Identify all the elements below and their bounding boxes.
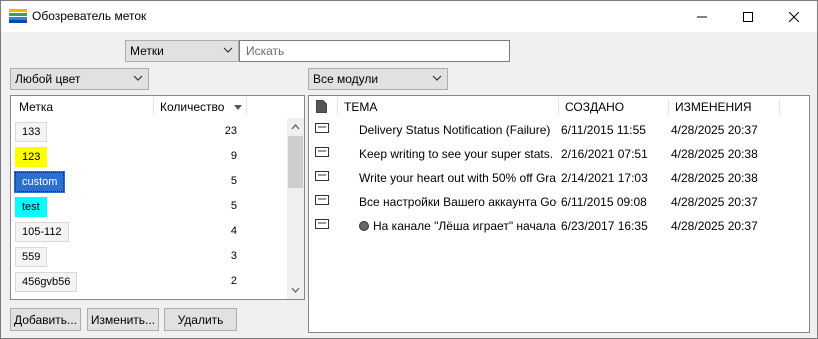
close-icon [789, 11, 799, 22]
message-subject: Keep writing to see your super stats. [359, 147, 557, 161]
label-count: 5 [230, 175, 237, 187]
maximize-button[interactable] [725, 1, 771, 32]
message-row[interactable]: Delivery Status Notification (Failure) 6/… [309, 118, 809, 142]
label-row[interactable]: 456gvb56 2 [15, 271, 289, 293]
search-scope-dropdown[interactable]: Метки [125, 40, 239, 62]
message-subject: Write your heart out with 50% off Gra [359, 171, 557, 185]
envelope-icon [315, 123, 329, 133]
envelope-icon [315, 171, 329, 181]
label-count: 4 [230, 225, 237, 237]
label-tag: 123 [15, 147, 48, 167]
message-subject-text: Delivery Status Notification (Failure) [359, 123, 551, 137]
label-tag: 105-112 [15, 222, 69, 242]
sort-descending-icon [233, 105, 242, 110]
column-header-count[interactable]: Количество [154, 96, 246, 118]
label-count: 5 [230, 200, 237, 212]
message-created: 2/14/2021 17:03 [561, 171, 648, 185]
chevron-down-icon [223, 47, 233, 53]
color-filter-value: Любой цвет [15, 72, 81, 86]
column-header-modified[interactable]: ИЗМЕНЕНИЯ [669, 96, 779, 118]
column-header-type[interactable] [309, 96, 337, 118]
label-row[interactable]: custom 5 [13, 171, 289, 193]
search-input[interactable] [240, 41, 509, 61]
message-created: 6/11/2015 11:55 [561, 123, 646, 137]
scrollbar-thumb[interactable] [288, 136, 303, 188]
module-filter-dropdown[interactable]: Все модули [308, 68, 448, 90]
message-modified: 4/28/2025 20:37 [671, 123, 758, 137]
message-row[interactable]: Write your heart out with 50% off Gra 2/1… [309, 166, 809, 190]
label-count: 9 [230, 150, 237, 162]
message-subject-text: Все настройки Вашего аккаунта Goo [359, 195, 557, 209]
label-row[interactable]: 133 23 [15, 121, 289, 143]
chevron-down-icon [133, 75, 143, 81]
document-icon [316, 100, 327, 113]
column-divider[interactable] [246, 98, 247, 116]
color-filter-dropdown[interactable]: Любой цвет [10, 68, 149, 90]
message-subject: Все настройки Вашего аккаунта Goo [359, 195, 557, 209]
label-row[interactable]: test 5 [15, 196, 289, 218]
title-bar: Обозреватель меток [1, 1, 817, 32]
message-subject-text: Write your heart out with 50% off Gra [359, 171, 556, 185]
close-button[interactable] [771, 1, 817, 32]
message-created: 6/23/2017 16:35 [561, 219, 648, 233]
label-count: 23 [224, 125, 237, 137]
column-divider[interactable] [779, 98, 780, 116]
scroll-up-icon[interactable] [287, 120, 304, 134]
message-subject: На канале "Лёша играет" начала [359, 219, 557, 233]
column-header-label-text: Метка [19, 100, 54, 114]
chevron-down-icon [432, 75, 442, 81]
label-tag: custom [13, 171, 66, 193]
message-subject-text: Keep writing to see your super stats. [359, 147, 554, 161]
message-modified: 4/28/2025 20:38 [671, 171, 758, 185]
envelope-icon [315, 147, 329, 157]
message-created: 2/16/2021 07:51 [561, 147, 648, 161]
delete-label-button[interactable]: Удалить [164, 308, 237, 331]
label-tag: 133 [15, 122, 48, 142]
maximize-icon [743, 11, 753, 22]
label-tag: 559 [15, 247, 48, 267]
search-field[interactable] [239, 40, 510, 62]
edit-label-button[interactable]: Изменить... [87, 308, 159, 331]
messages-panel: ТЕМА СОЗДАНО ИЗМЕНЕНИЯ Delivery Status N… [308, 95, 810, 333]
minimize-button[interactable] [679, 1, 725, 32]
column-header-count-text: Количество [160, 100, 225, 114]
message-subject-text: На канале "Лёша играет" начала [373, 219, 557, 233]
column-header-label[interactable]: Метка [13, 96, 153, 118]
message-modified: 4/28/2025 20:37 [671, 195, 758, 209]
label-count: 3 [230, 250, 237, 262]
envelope-icon [315, 195, 329, 205]
module-filter-value: Все модули [313, 72, 379, 86]
envelope-icon [315, 219, 329, 229]
message-created: 6/11/2015 09:08 [561, 195, 647, 209]
window-title: Обозреватель меток [32, 9, 147, 23]
message-modified: 4/28/2025 20:37 [671, 219, 758, 233]
message-row[interactable]: Все настройки Вашего аккаунта Goo 6/11/20… [309, 190, 809, 214]
column-header-created[interactable]: СОЗДАНО [559, 96, 669, 118]
message-modified: 4/28/2025 20:38 [671, 147, 758, 161]
add-label-button[interactable]: Добавить... [10, 308, 81, 331]
label-tag: test [15, 197, 47, 217]
label-row[interactable]: 123 9 [15, 146, 289, 168]
message-row[interactable]: Keep writing to see your super stats. 2/1… [309, 142, 809, 166]
label-browser-window: Обозреватель меток Метки Любой цвет Все … [0, 0, 818, 339]
label-row[interactable]: 559 3 [15, 246, 289, 268]
message-subject: Delivery Status Notification (Failure) [359, 123, 557, 137]
status-dot-icon [359, 221, 369, 231]
label-count: 2 [230, 275, 237, 287]
message-row[interactable]: На канале "Лёша играет" начала 6/23/2017 … [309, 214, 809, 238]
app-logo-icon [9, 9, 27, 23]
minimize-icon [697, 16, 707, 17]
labels-scrollbar[interactable] [287, 118, 304, 299]
search-scope-value: Метки [130, 44, 164, 58]
scroll-down-icon[interactable] [287, 283, 304, 297]
labels-list-panel: Метка Количество 133 23 123 9 custom 5 test 5 10… [10, 95, 305, 300]
column-header-subject[interactable]: ТЕМА [338, 96, 558, 118]
label-row[interactable]: 105-112 4 [15, 221, 289, 243]
label-tag: 456gvb56 [15, 272, 78, 292]
